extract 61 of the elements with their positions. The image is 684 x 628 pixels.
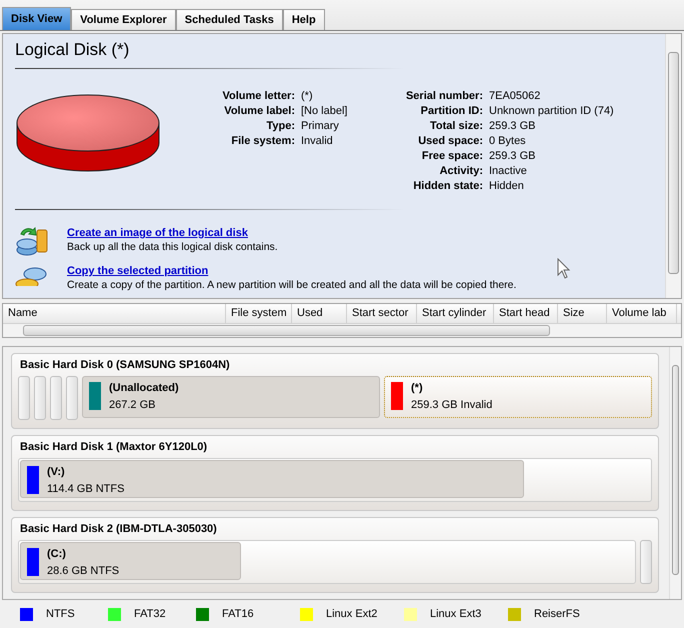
action-link[interactable]: Copy the selected partition <box>67 264 208 278</box>
column-header[interactable]: Start sector <box>347 304 417 323</box>
field-value: 259.3 GB <box>489 119 536 133</box>
legend-label: NTFS <box>46 608 76 620</box>
column-header[interactable]: Used <box>292 304 347 323</box>
field-value: Hidden <box>489 179 525 193</box>
tab[interactable]: Scheduled Tasks <box>176 9 283 30</box>
column-header[interactable]: Name <box>3 304 226 323</box>
partition-slot[interactable] <box>50 376 62 420</box>
field-label: Volume letter: <box>221 89 295 103</box>
field-label: Type: <box>265 119 295 133</box>
mouse-pointer-icon <box>557 258 571 280</box>
action-link[interactable]: Create an image of the logical disk <box>67 226 248 240</box>
action-description: Create a copy of the partition. A new partition will be created and all the data will be copied there. <box>67 278 516 292</box>
field-value: Primary <box>301 119 340 133</box>
legend-label: Linux Ext2 <box>326 608 378 620</box>
legend-label: FAT32 <box>134 608 167 620</box>
partition-slot[interactable] <box>66 376 78 420</box>
partition-block[interactable]: (Unallocated) 267.2 GB <box>82 376 380 418</box>
horizontal-scrollbar[interactable] <box>3 324 681 337</box>
field-label: Free space: <box>420 149 483 163</box>
column-header[interactable]: Size <box>558 304 607 323</box>
field-label: Serial number: <box>404 89 483 103</box>
column-header[interactable]: Start cylinder <box>417 304 494 323</box>
disk-title: Basic Hard Disk 1 (Maxtor 6Y120L0) <box>19 440 208 455</box>
tab[interactable]: Disk View <box>2 7 72 30</box>
column-header[interactable]: File system <box>226 304 292 323</box>
action-description: Back up all the data this logical disk contains. <box>67 240 278 254</box>
vertical-scrollbar[interactable] <box>669 347 681 599</box>
partition-slot[interactable] <box>18 376 30 420</box>
partition-block[interactable]: (C:) 28.6 GB NTFS <box>20 542 242 580</box>
field-value: Invalid <box>301 134 334 148</box>
field-label: Volume label: <box>223 104 295 118</box>
vertical-scrollbar[interactable] <box>665 34 681 298</box>
partition-block[interactable]: (V:) 114.4 GB NTFS <box>20 460 524 498</box>
field-label: Hidden state: <box>412 179 483 193</box>
field-value: 259.3 GB <box>489 149 536 163</box>
field-value: 0 Bytes <box>489 134 527 148</box>
legend-label: Linux Ext3 <box>430 608 482 620</box>
legend-label: FAT16 <box>222 608 255 620</box>
partition-slot[interactable] <box>34 376 46 420</box>
legend-label: ReiserFS <box>534 608 581 620</box>
field-label: File system: <box>230 134 295 148</box>
field-value: (*) <box>301 89 314 103</box>
column-header[interactable]: Volume lab <box>607 304 677 323</box>
field-label: Activity: <box>438 164 483 178</box>
field-value: [No label] <box>301 104 348 118</box>
field-label: Used space: <box>417 134 483 148</box>
field-label: Partition ID: <box>420 104 483 118</box>
partition-slot[interactable] <box>640 540 652 584</box>
tab[interactable]: Volume Explorer <box>71 9 176 30</box>
field-value: Inactive <box>489 164 528 178</box>
disk-title: Basic Hard Disk 2 (IBM-DTLA-305030) <box>19 522 218 537</box>
tab[interactable]: Help <box>282 9 325 30</box>
panel-title: Logical Disk (*) <box>15 40 130 61</box>
field-value: 7EA05062 <box>489 89 542 103</box>
partition-block[interactable]: (*) 259.3 GB Invalid <box>384 376 652 418</box>
field-value: Unknown partition ID (74) <box>489 104 614 118</box>
column-header[interactable]: Start head <box>494 304 558 323</box>
disk-title: Basic Hard Disk 0 (SAMSUNG SP1604N) <box>19 358 231 373</box>
field-label: Total size: <box>429 119 483 133</box>
